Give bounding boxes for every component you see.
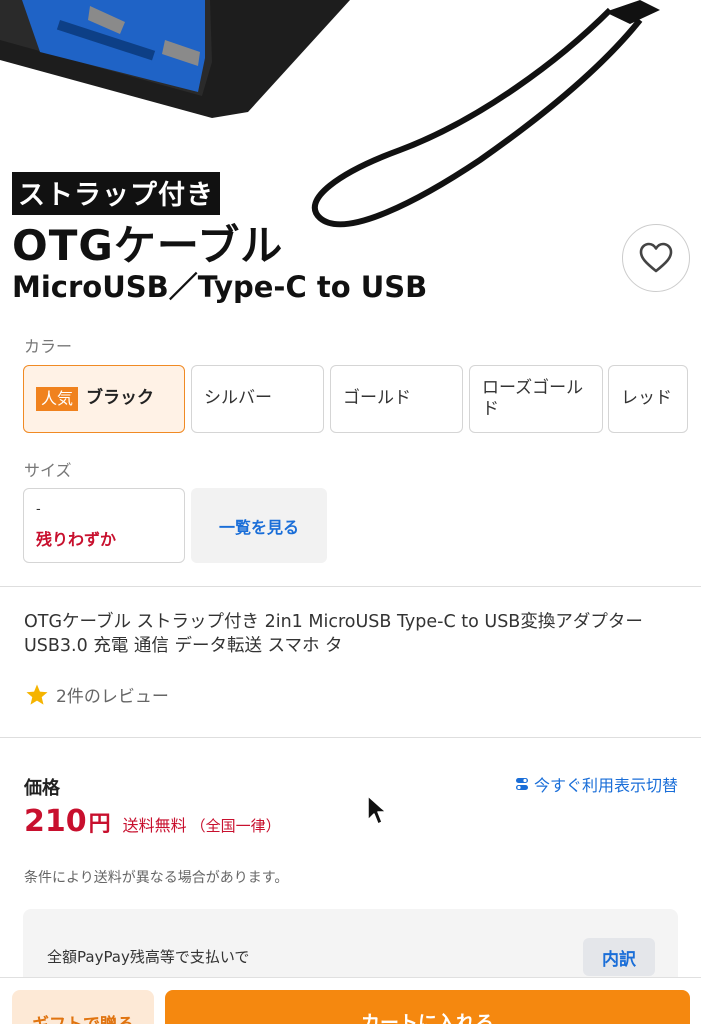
color-option-red[interactable]: レッド <box>608 365 688 433</box>
color-option-label: ブラック <box>86 388 155 409</box>
color-option-silver[interactable]: シルバー <box>191 365 324 433</box>
shipping-note: 条件により送料が異なる場合があります。 <box>24 870 289 886</box>
color-option-black[interactable]: 人気 ブラック <box>23 365 185 433</box>
bottom-action-bar: ギフトで贈る カートに入れる <box>0 977 701 1024</box>
color-option-label: レッド <box>621 388 672 409</box>
review-count: 2件のレビュー <box>56 687 169 707</box>
mouse-cursor-icon <box>367 795 387 825</box>
star-icon <box>26 684 48 705</box>
product-name: OTGケーブル ストラップ付き 2in1 MicroUSB Type-C to … <box>24 612 643 656</box>
color-option-label: ゴールド <box>343 388 411 409</box>
add-to-cart-button[interactable]: カートに入れる <box>165 990 690 1024</box>
divider <box>0 737 701 738</box>
heart-outline-icon <box>639 242 673 273</box>
display-toggle-link[interactable]: 今すぐ利用表示切替 <box>515 772 678 796</box>
hero-subtitle: MicroUSB／Type-C to USB <box>12 270 428 304</box>
toggle-icon <box>515 778 528 790</box>
price-amount: 210 <box>24 804 87 839</box>
price-label: 価格 <box>24 778 60 799</box>
price-row: 210 円 送料無料 （全国一律） <box>24 804 281 839</box>
display-toggle-label: 今すぐ利用表示切替 <box>533 776 678 795</box>
view-all-sizes-button[interactable]: 一覧を見る <box>191 488 327 563</box>
review-link[interactable]: 2件のレビュー <box>24 682 169 707</box>
color-section-label: カラー <box>24 337 73 356</box>
payment-text: 全額PayPay残高等で支払いで <box>47 948 250 966</box>
gift-button[interactable]: ギフトで贈る <box>12 990 154 1024</box>
shipping-region: （全国一律） <box>190 817 281 835</box>
color-option-label: シルバー <box>204 388 272 409</box>
free-shipping-text: 送料無料 <box>122 816 187 835</box>
price-unit: 円 <box>88 812 111 837</box>
size-option-value: - <box>36 502 41 517</box>
hero-tag: ストラップ付き <box>12 172 220 215</box>
breakdown-button[interactable]: 内訳 <box>583 938 655 976</box>
low-stock-text: 残りわずか <box>36 530 117 549</box>
divider <box>0 586 701 587</box>
size-section-label: サイズ <box>24 461 72 480</box>
color-option-label: ローズゴールド <box>482 377 584 419</box>
product-image[interactable]: ストラップ付き OTGケーブル MicroUSB／Type-C to USB <box>0 0 701 320</box>
color-option-rose-gold[interactable]: ローズゴールド <box>469 365 603 433</box>
favorite-button[interactable] <box>622 224 690 292</box>
size-option[interactable]: - 残りわずか <box>23 488 185 563</box>
color-option-gold[interactable]: ゴールド <box>330 365 463 433</box>
popular-badge: 人気 <box>36 387 79 411</box>
